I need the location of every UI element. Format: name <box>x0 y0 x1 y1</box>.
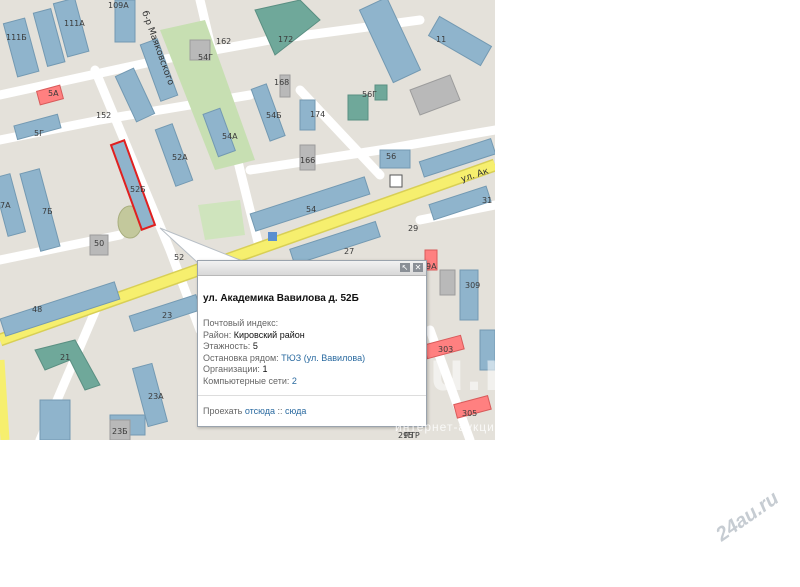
house-number-label: 11 <box>436 35 446 44</box>
house-number-label: 54Б <box>266 111 282 120</box>
route-from-link[interactable]: отсюда <box>245 406 275 416</box>
networks-link[interactable]: 2 <box>292 376 297 386</box>
floors-value: 5 <box>252 341 258 351</box>
house-number-label: 168 <box>274 78 289 87</box>
house-number-label: 111А <box>64 19 85 28</box>
networks-row: Компьютерные сети: 2 <box>203 376 426 388</box>
house-number-label: 52А <box>172 153 188 162</box>
house-number-label: 56 <box>386 152 396 161</box>
district-value: Кировский район <box>233 329 305 340</box>
house-number-label: 305 <box>462 409 477 418</box>
route-row: Проехать отсюда :: сюда <box>203 406 306 416</box>
postal-row: Почтовый индекс: <box>203 318 426 330</box>
popup-details: Почтовый индекс: Район: Кировский район … <box>203 318 426 387</box>
expand-icon[interactable]: ↖ <box>400 263 410 272</box>
house-number-label: 54 <box>306 205 316 214</box>
house-number-label: 162 <box>216 37 231 46</box>
house-number-label: 52 <box>174 253 184 262</box>
route-label: Проехать <box>203 406 243 416</box>
house-number-label: 50 <box>94 239 104 248</box>
corner-logo: 24au.ru <box>712 487 783 547</box>
house-number-label: 52Б <box>130 185 146 194</box>
route-separator: :: <box>277 406 283 416</box>
orgs-row: Организации: 1 <box>203 364 426 376</box>
house-number-label: 23Б <box>112 427 128 436</box>
house-number-label: 309 <box>465 281 480 290</box>
route-to-link[interactable]: сюда <box>285 406 306 416</box>
floors-label: Этажность: <box>203 341 251 351</box>
house-number-label: 109А <box>108 1 129 10</box>
close-icon[interactable]: ✕ <box>413 263 423 272</box>
house-number-label: 21 <box>60 353 70 362</box>
watermark-text: u.ru <box>430 339 544 402</box>
house-number-label: 166 <box>300 156 315 165</box>
popup-titlebar: ↖ ✕ <box>198 261 426 276</box>
networks-label: Компьютерные сети: <box>203 375 290 386</box>
watermark-subtext: интернет-аукцион <box>395 420 511 434</box>
popup-divider <box>198 395 426 396</box>
district-row: Район: Кировский район <box>203 330 426 342</box>
house-number-label: 174 <box>310 110 325 119</box>
house-number-label: 56Г <box>362 90 377 99</box>
house-number-label: 48 <box>32 305 42 314</box>
house-number-label: 7А <box>0 201 11 210</box>
stop-label: Остановка рядом: <box>203 352 279 363</box>
house-number-label: 23А <box>148 392 164 401</box>
building-info-popup: ↖ ✕ ул. Академика Вавилова д. 52Б Почтов… <box>197 260 427 427</box>
house-number-label: 152 <box>96 111 111 120</box>
floors-row: Этажность: 5 <box>203 341 426 353</box>
house-number-label: 27 <box>344 247 354 256</box>
popup-title: ул. Академика Вавилова д. 52Б <box>203 293 359 304</box>
stop-link[interactable]: ТЮЗ (ул. Вавилова) <box>281 353 365 363</box>
district-label: Район: <box>203 329 232 340</box>
house-number-label: 23 <box>162 311 172 320</box>
house-number-label: 7Б <box>42 207 53 216</box>
house-number-label: 9А <box>426 262 437 271</box>
house-number-label: 29 <box>408 224 418 233</box>
house-number-label: 54А <box>222 132 238 141</box>
house-number-label: 5А <box>48 89 59 98</box>
house-number-label: 111Б <box>6 33 27 42</box>
house-number-label: 31 <box>482 196 492 205</box>
house-number-label: 5Г <box>34 129 44 138</box>
orgs-label: Организации: <box>203 364 260 374</box>
stop-row: Остановка рядом: ТЮЗ (ул. Вавилова) <box>203 353 426 365</box>
house-number-label: 172 <box>278 35 293 44</box>
house-number-label: 54Г <box>198 53 213 62</box>
postal-label: Почтовый индекс: <box>203 318 279 328</box>
orgs-value: 1 <box>262 364 268 374</box>
